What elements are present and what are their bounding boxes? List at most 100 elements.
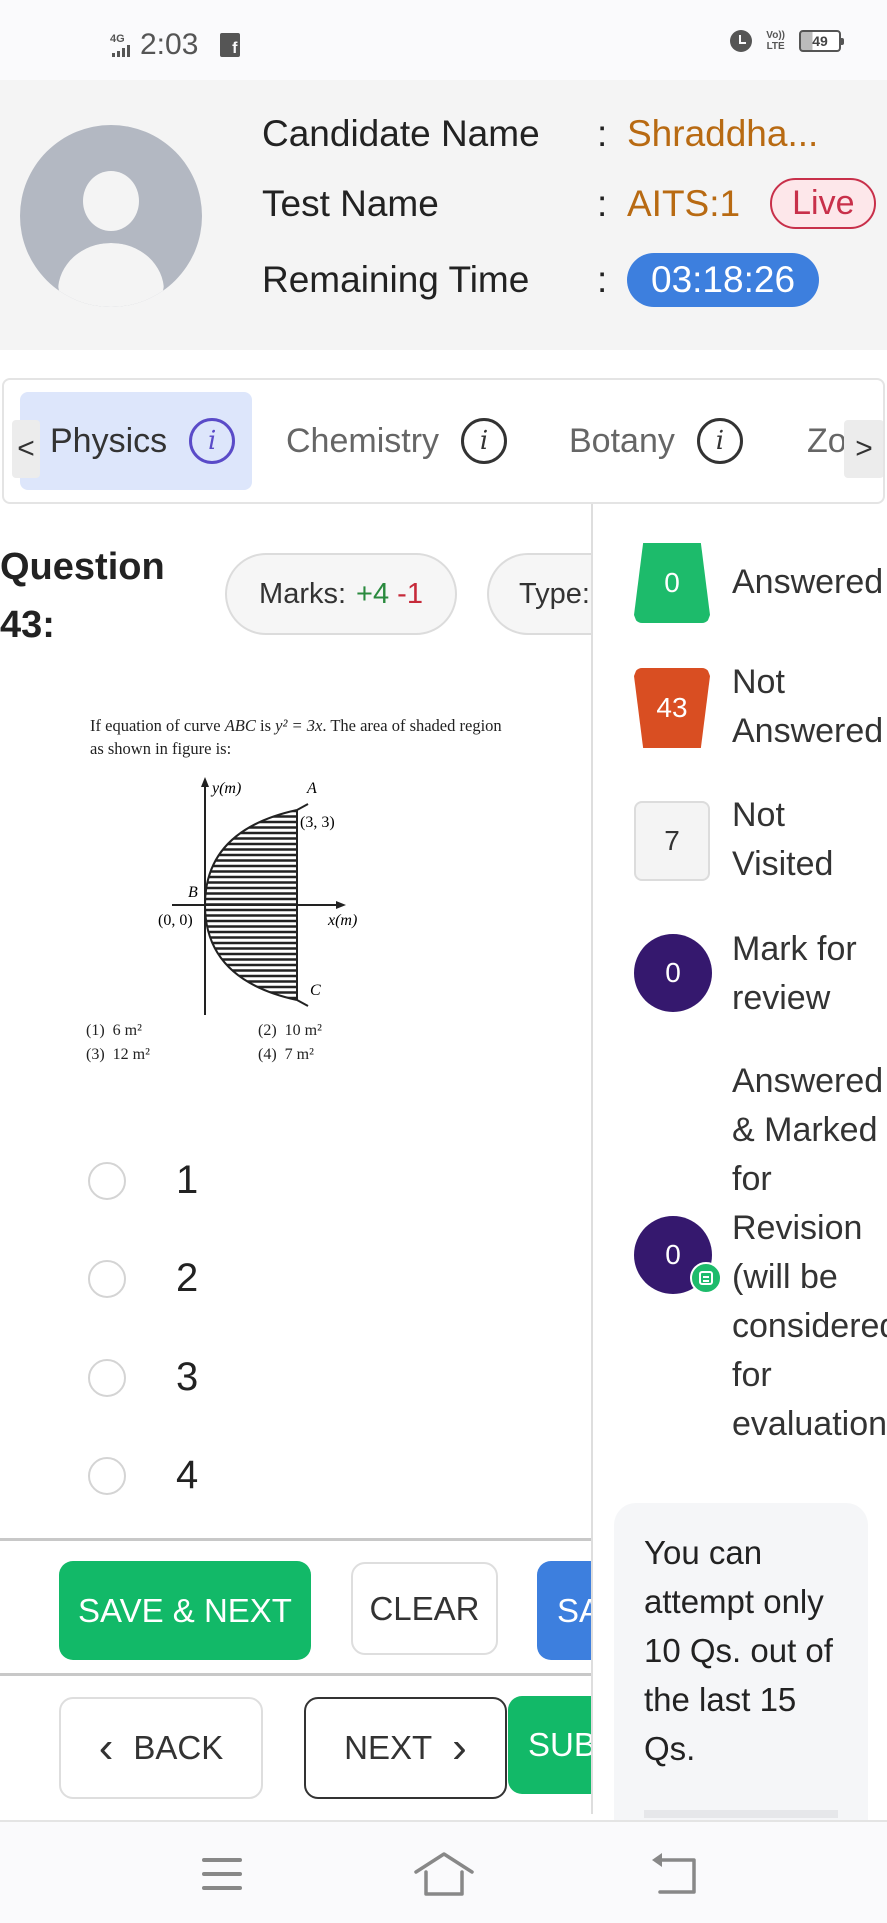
next-label: NEXT bbox=[344, 1729, 433, 1766]
printed-option-1: (1) 6 m² bbox=[86, 1022, 142, 1039]
chevron-right-icon: › bbox=[452, 1723, 467, 1772]
answered-count-badge: 0 bbox=[634, 543, 710, 623]
point-b-label: B bbox=[188, 884, 198, 901]
point-a-coords: (3, 3) bbox=[300, 814, 335, 831]
test-name-label: Test Name bbox=[262, 182, 439, 224]
type-pill: Type: bbox=[487, 553, 591, 635]
option-label: 2 bbox=[176, 1256, 199, 1300]
mark-review-count-badge: 0 bbox=[634, 934, 712, 1012]
status-bar: 4G 2:03 f Vo)) LTE 49 bbox=[0, 0, 887, 80]
candidate-name-value: Shraddha... bbox=[627, 113, 819, 154]
pane-divider bbox=[591, 504, 593, 1814]
info-icon[interactable]: i bbox=[189, 418, 236, 464]
alarm-icon bbox=[730, 30, 753, 52]
curve-equation: y² = 3x bbox=[275, 716, 323, 735]
system-nav-bar bbox=[0, 1820, 887, 1923]
curve-extension-c bbox=[296, 999, 309, 1007]
test-name-value: AITS:1 bbox=[627, 182, 741, 224]
radio-button[interactable] bbox=[88, 1456, 126, 1495]
info-icon[interactable]: i bbox=[461, 418, 508, 464]
option-1[interactable]: 1 bbox=[88, 1158, 198, 1203]
radio-button[interactable] bbox=[88, 1259, 126, 1298]
legend-answered: 0 bbox=[634, 543, 710, 623]
battery-icon: 49 bbox=[799, 30, 844, 52]
tab-botany[interactable]: Botany i bbox=[569, 392, 743, 490]
legend-not-visited: 7 bbox=[634, 801, 710, 881]
printed-options: (1) 6 m² (2) 10 m² (3) 12 m² (4) 7 m² bbox=[86, 1022, 430, 1070]
radio-button[interactable] bbox=[88, 1161, 126, 1200]
x-axis-label: x(m) bbox=[327, 912, 357, 929]
submit-button[interactable]: SUB bbox=[508, 1696, 591, 1794]
live-badge: Live bbox=[770, 178, 877, 229]
save-next-button[interactable]: SAVE & NEXT bbox=[59, 1561, 311, 1660]
avatar-head-icon bbox=[83, 171, 139, 231]
option-4[interactable]: 4 bbox=[88, 1453, 198, 1498]
volte-bottom: LTE bbox=[766, 41, 785, 52]
colon: : bbox=[597, 113, 608, 154]
home-icon[interactable] bbox=[414, 1852, 474, 1898]
question-text: If equation of curve ABC is y² = 3x. The… bbox=[90, 716, 502, 758]
tab-label: Chemistry bbox=[286, 421, 440, 460]
not-answered-count-badge: 43 bbox=[634, 668, 710, 748]
y-axis-arrow-icon bbox=[201, 777, 209, 787]
tab-chemistry[interactable]: Chemistry i bbox=[286, 392, 508, 490]
volte-top: Vo)) bbox=[766, 30, 785, 41]
option-label: 4 bbox=[176, 1453, 199, 1497]
tabs-prev-arrow[interactable]: < bbox=[12, 420, 40, 478]
chevron-left-icon: < bbox=[17, 432, 35, 465]
tab-zoology[interactable]: Zo bbox=[807, 392, 847, 490]
curve-extension-a bbox=[296, 803, 309, 811]
clear-button[interactable]: CLEAR bbox=[351, 1562, 498, 1655]
printed-option-3: (3) 12 m² bbox=[86, 1046, 150, 1063]
legend-not-answered-label: Not Answered bbox=[732, 663, 884, 750]
tab-label: Physics bbox=[50, 421, 168, 460]
save-mark-review-button[interactable]: SA bbox=[537, 1561, 591, 1660]
legend-answered-marked: 0 bbox=[634, 1216, 722, 1294]
tab-label: Botany bbox=[569, 421, 675, 460]
note-scrollbar[interactable] bbox=[644, 1810, 838, 1818]
avatar-body-icon bbox=[58, 243, 164, 307]
legend-not-visited-label: Not Visited bbox=[732, 796, 834, 883]
legend-not-answered: 43 bbox=[634, 668, 710, 748]
legend-answered-label: Answered bbox=[732, 563, 884, 601]
legend-answered-marked-label: Answered & Marked for Revision (will be … bbox=[732, 1062, 887, 1443]
avatar bbox=[20, 125, 202, 307]
candidate-name-row: Candidate Name : Shraddha... bbox=[262, 113, 818, 155]
battery-level: 49 bbox=[812, 33, 828, 49]
remaining-time-row: Remaining Time : 03:18:26 bbox=[262, 253, 820, 307]
test-name-row: Test Name : AITS:1 Live bbox=[262, 178, 877, 229]
origin-coords: (0, 0) bbox=[158, 912, 193, 929]
option-3[interactable]: 3 bbox=[88, 1355, 198, 1400]
subject-tabs: Physics i Chemistry i Botany i Zo < > bbox=[2, 378, 885, 504]
remaining-time-label: Remaining Time bbox=[262, 259, 530, 300]
info-icon[interactable]: i bbox=[696, 418, 743, 464]
colon: : bbox=[597, 259, 608, 300]
clock: 2:03 bbox=[140, 28, 199, 61]
chevron-left-icon: ‹ bbox=[98, 1723, 114, 1772]
back-label: BACK bbox=[133, 1729, 224, 1766]
tab-physics[interactable]: Physics i bbox=[20, 392, 252, 490]
not-visited-count-badge: 7 bbox=[634, 801, 710, 881]
next-button[interactable]: NEXT › bbox=[304, 1697, 507, 1799]
signal-icon: 4G bbox=[110, 32, 130, 57]
question-figure: y(m) A (3, 3) B (0, 0) x(m) C bbox=[158, 777, 357, 1015]
divider bbox=[0, 1673, 591, 1676]
colon: : bbox=[597, 182, 608, 224]
radio-button[interactable] bbox=[88, 1358, 126, 1397]
type-label: Type: bbox=[519, 577, 590, 610]
answered-marked-check-icon bbox=[690, 1262, 722, 1294]
option-2[interactable]: 2 bbox=[88, 1256, 198, 1301]
candidate-name-label: Candidate Name bbox=[262, 113, 540, 154]
point-c-label: C bbox=[310, 982, 321, 999]
legend-mark-review: 0 bbox=[634, 934, 712, 1012]
network-type: 4G bbox=[110, 32, 125, 45]
back-button[interactable]: ‹ BACK bbox=[59, 1697, 263, 1799]
printed-option-4: (4) 7 m² bbox=[258, 1046, 314, 1063]
tabs-next-arrow[interactable]: > bbox=[844, 420, 883, 478]
back-icon[interactable] bbox=[650, 1852, 710, 1898]
divider bbox=[0, 1538, 591, 1541]
point-a-label: A bbox=[306, 780, 317, 797]
recent-apps-icon[interactable] bbox=[200, 1852, 260, 1898]
volte-icon: Vo)) LTE bbox=[766, 30, 785, 52]
y-axis-label: y(m) bbox=[210, 780, 241, 797]
